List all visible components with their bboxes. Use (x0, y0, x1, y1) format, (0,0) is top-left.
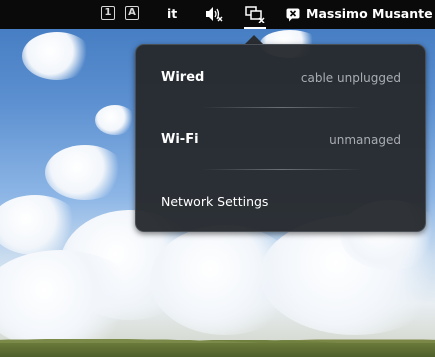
caps-lock-label: A (128, 7, 136, 18)
caps-lock-indicator[interactable]: A (125, 6, 139, 20)
speaker-muted-icon[interactable] (204, 5, 224, 27)
top-panel: 1 A it Massimo Musante (0, 0, 435, 29)
workspace-indicator[interactable]: 1 (101, 6, 115, 20)
network-settings-item[interactable]: Network Settings (161, 194, 268, 209)
wired-menu-item[interactable]: Wired cable unplugged (161, 70, 401, 90)
active-indicator-underline (244, 27, 266, 29)
wifi-menu-item[interactable]: Wi-Fi unmanaged (161, 132, 401, 152)
wifi-label: Wi-Fi (161, 132, 199, 147)
menu-separator (202, 169, 362, 170)
wired-status: cable unplugged (300, 71, 401, 85)
cloud (95, 105, 135, 135)
network-menu-popover: Wired cable unplugged Wi-Fi unmanaged Ne… (135, 44, 426, 232)
wifi-status: unmanaged (329, 133, 401, 147)
ground (0, 343, 435, 357)
network-wired-disconnected-icon[interactable] (245, 5, 265, 27)
user-menu-name[interactable]: Massimo Musante (306, 6, 433, 21)
keyboard-layout-indicator[interactable]: it (167, 6, 177, 21)
chat-offline-icon[interactable] (286, 7, 300, 26)
wired-label: Wired (161, 70, 205, 85)
menu-separator (202, 107, 362, 108)
cloud (45, 145, 125, 200)
cloud (22, 32, 92, 80)
workspace-number: 1 (104, 7, 112, 18)
